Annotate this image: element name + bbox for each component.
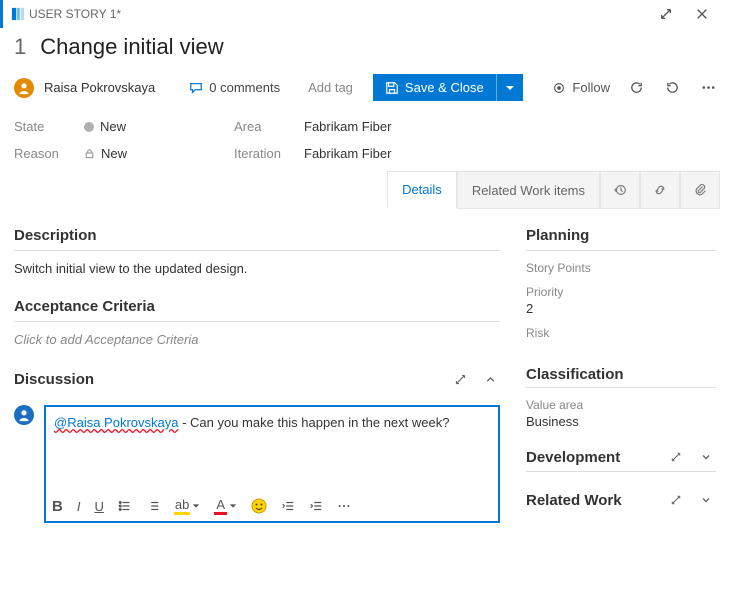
area-label: Area [234,119,294,134]
current-user-avatar [14,405,34,425]
restore-down-icon[interactable] [656,4,676,24]
assignee-name[interactable]: Raisa Pokrovskaya [44,80,155,95]
description-heading: Description [14,223,500,251]
revert-icon[interactable] [662,78,682,98]
iteration-label: Iteration [234,146,294,161]
bullet-list-button[interactable] [118,499,132,513]
highlight-button[interactable]: ab [174,497,200,515]
value-area-label: Value area [526,398,716,412]
emoji-button[interactable] [251,498,267,514]
refresh-icon[interactable] [626,78,646,98]
follow-button[interactable]: Follow [552,80,610,95]
comment-icon [189,81,203,95]
state-dot-icon [84,122,94,132]
save-close-label: Save & Close [405,80,484,95]
close-icon[interactable] [692,4,712,24]
reason-label: Reason [14,146,74,161]
acceptance-placeholder[interactable]: Click to add Acceptance Criteria [14,322,500,365]
state-value[interactable]: New [84,119,224,134]
attachment-icon [693,183,707,197]
link-icon [653,183,667,197]
development-toggle-icon[interactable] [696,447,716,467]
planning-heading: Planning [526,223,716,251]
bold-button[interactable]: B [52,498,63,515]
follow-icon [552,81,566,95]
discussion-collapse-icon[interactable] [480,369,500,389]
editor-toolbar: B I U ab A [52,497,492,515]
work-item-id: 1 [14,34,26,60]
more-actions-icon[interactable] [698,78,718,98]
related-work-expand-icon[interactable] [666,490,686,510]
discussion-editor[interactable]: @Raisa Pokrovskaya - Can you make this h… [44,405,500,523]
font-color-button[interactable]: A [214,497,237,515]
lock-icon [84,148,95,159]
history-icon [613,183,627,197]
tab-attachments[interactable] [680,171,720,209]
underline-button[interactable]: U [94,499,103,514]
discussion-text: - Can you make this happen in the next w… [178,415,449,430]
chevron-down-icon [505,83,515,93]
value-area-value[interactable]: Business [526,414,716,429]
tab-related-work-items[interactable]: Related Work items [457,171,600,209]
italic-button[interactable]: I [77,499,81,514]
related-work-heading: Related Work [526,492,622,509]
add-tag-button[interactable]: Add tag [308,80,353,95]
save-close-button[interactable]: Save & Close [373,74,496,101]
tab-links[interactable] [640,171,680,209]
discussion-mention[interactable]: @Raisa Pokrovskaya [54,415,178,430]
assignee-avatar[interactable] [14,78,34,98]
development-heading: Development [526,449,620,466]
save-close-dropdown[interactable] [496,74,523,101]
toolbar-more-icon[interactable] [337,499,351,513]
work-item-type-label: USER STORY 1* [29,7,656,21]
tab-history[interactable] [600,171,640,209]
follow-label: Follow [572,80,610,95]
acceptance-heading: Acceptance Criteria [14,294,500,322]
indent-button[interactable] [309,499,323,513]
area-value[interactable]: Fabrikam Fiber [304,119,716,134]
work-item-title[interactable]: Change initial view [40,34,223,60]
state-label: State [14,119,74,134]
comments-count[interactable]: 0 comments [189,80,280,95]
iteration-value[interactable]: Fabrikam Fiber [304,146,716,161]
comments-count-label: 0 comments [209,80,280,95]
discussion-expand-icon[interactable] [450,369,470,389]
development-expand-icon[interactable] [666,447,686,467]
description-body[interactable]: Switch initial view to the updated desig… [14,251,500,294]
tab-details[interactable]: Details [387,171,457,209]
outdent-button[interactable] [281,499,295,513]
classification-heading: Classification [526,366,624,383]
risk-label: Risk [526,326,716,340]
save-close-group: Save & Close [373,74,523,101]
save-icon [385,81,399,95]
priority-label: Priority [526,285,716,299]
priority-value[interactable]: 2 [526,301,716,316]
related-work-toggle-icon[interactable] [696,490,716,510]
numbered-list-button[interactable] [146,499,160,513]
user-story-type-icon [11,7,29,21]
story-points-label: Story Points [526,261,716,275]
reason-value[interactable]: New [84,146,224,161]
discussion-heading: Discussion [14,371,94,388]
